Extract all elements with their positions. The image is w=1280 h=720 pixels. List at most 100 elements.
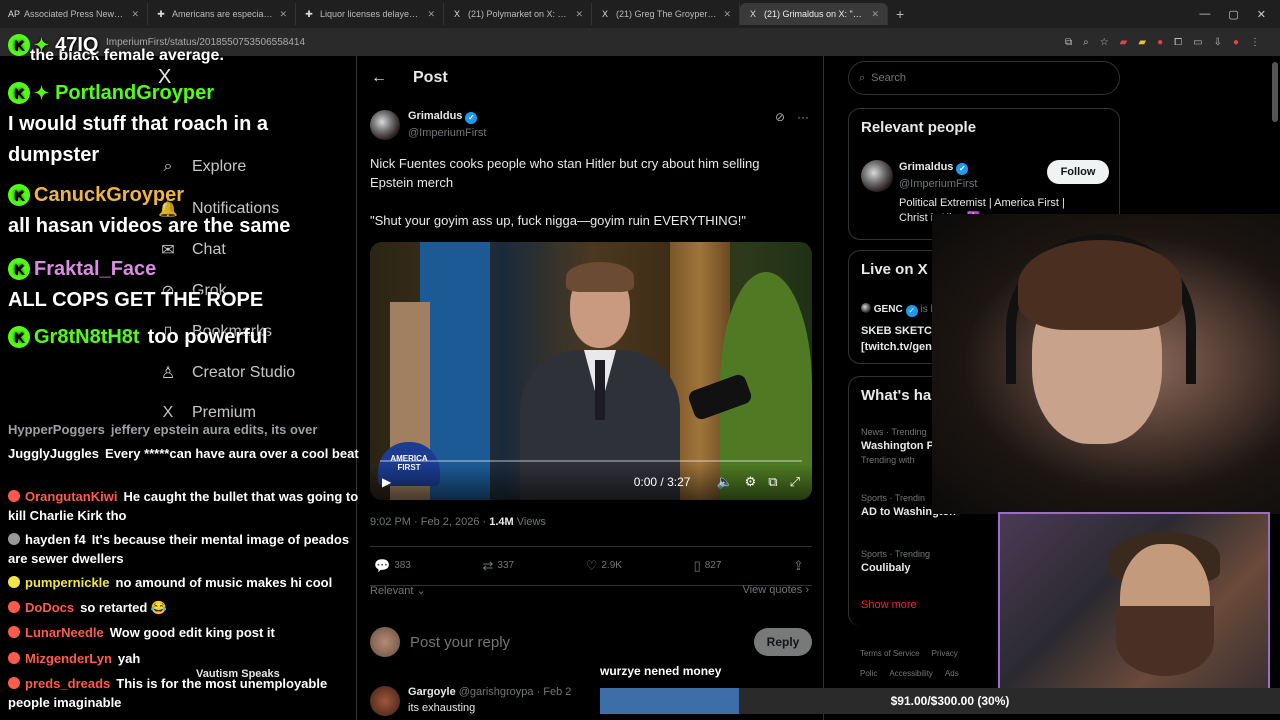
puzzle-icon[interactable]: ⧠ bbox=[1174, 37, 1182, 48]
share-icon: ⇪ bbox=[793, 558, 804, 573]
settings-icon[interactable]: ⚙ bbox=[745, 474, 757, 490]
tab-close-icon[interactable]: ✕ bbox=[279, 9, 287, 20]
reply-author-handle[interactable]: @garishgroypa · Feb 2 bbox=[459, 686, 572, 698]
reply-item[interactable]: Gargoyle @garishgroypa · Feb 2 its exhau… bbox=[370, 686, 571, 716]
chat-username[interactable]: OrangutanKiwi bbox=[25, 489, 117, 504]
avatar[interactable] bbox=[861, 160, 893, 192]
chat-username[interactable]: preds_dreads bbox=[25, 676, 110, 691]
video-player[interactable]: AMERICA FIRST ▶ 0:00 / 3:27 🔈 ⚙ ⧉ ⤢ bbox=[370, 242, 812, 500]
downloads-icon[interactable]: ⇩ bbox=[1214, 37, 1222, 48]
like-action[interactable]: ♡ 2.9K bbox=[586, 558, 622, 574]
reply-author-name[interactable]: Gargoyle bbox=[408, 686, 456, 698]
chat-username[interactable]: DoDocs bbox=[25, 600, 74, 615]
author-name[interactable]: Grimaldus bbox=[408, 110, 462, 122]
video-progress-bar[interactable] bbox=[380, 460, 802, 462]
post-text-quote: "Shut your goyim ass up, fuck nigga—goyi… bbox=[370, 213, 747, 228]
page-scrollbar[interactable] bbox=[1272, 62, 1278, 122]
play-icon[interactable]: ▶ bbox=[382, 475, 391, 489]
browser-tab[interactable]: ✚ Liquor licenses delayed for MN ✕ bbox=[296, 3, 444, 25]
reply-action[interactable]: 💬 383 bbox=[374, 558, 411, 574]
tab-close-icon[interactable]: ✕ bbox=[575, 9, 583, 20]
kick-badge-icon: K bbox=[8, 184, 30, 206]
extension-icon[interactable]: ▰ bbox=[1138, 37, 1146, 48]
author-handle[interactable]: @ImperiumFirst bbox=[408, 127, 486, 139]
avatar[interactable] bbox=[861, 303, 871, 313]
view-quotes-link[interactable]: View quotes › bbox=[743, 584, 809, 596]
menu-icon[interactable]: ⋮ bbox=[1250, 37, 1260, 48]
tab-title: (21) Greg The Groyper on X: "I bbox=[616, 9, 717, 19]
back-arrow-icon[interactable]: ← bbox=[371, 69, 391, 87]
avatar[interactable] bbox=[370, 110, 400, 140]
browser-tab[interactable]: APAssociated Press News: Breaki ✕ bbox=[0, 3, 148, 25]
reply-composer: Post your reply Reply bbox=[370, 622, 812, 662]
tab-favicon-icon: X bbox=[601, 9, 608, 19]
show-more-link[interactable]: Show more bbox=[861, 599, 917, 611]
chat-badge-icon bbox=[8, 652, 20, 664]
fullscreen-icon[interactable]: ⤢ bbox=[790, 474, 800, 490]
tab-close-icon[interactable]: ✕ bbox=[871, 9, 879, 20]
grok-icon[interactable]: ⊘ bbox=[775, 110, 785, 124]
footer-link[interactable]: Terms of Service bbox=[860, 649, 920, 658]
browser-tab[interactable]: ✚ Americans are especially conce ✕ bbox=[148, 3, 296, 25]
reply-text: its exhausting bbox=[408, 702, 476, 714]
chat-username[interactable]: Gr8tN8tH8t bbox=[34, 326, 140, 348]
screenshot-icon[interactable]: ⧉ bbox=[1065, 37, 1072, 48]
post-text: Nick Fuentes cooks people who stan Hitle… bbox=[370, 154, 800, 249]
chat-username[interactable]: LunarNeedle bbox=[25, 625, 104, 640]
repost-action[interactable]: ⇄ 337 bbox=[483, 558, 515, 574]
share-action[interactable]: ⇪ bbox=[793, 558, 808, 574]
chat-username[interactable]: HypperPoggers bbox=[8, 422, 105, 437]
person-name[interactable]: Grimaldus bbox=[899, 161, 953, 173]
chat-username[interactable]: JugglyJuggles bbox=[8, 446, 99, 461]
reply-sort[interactable]: Relevant ⌄ bbox=[370, 584, 426, 597]
reply-input[interactable]: Post your reply bbox=[410, 634, 510, 651]
chat-username[interactable]: MizgenderLyn bbox=[25, 651, 112, 666]
tab-favicon-icon: ✚ bbox=[157, 9, 165, 19]
donation-goal-text: $91.00/$300.00 (30%) bbox=[890, 694, 1010, 708]
bookmark-icon: ▯ bbox=[693, 558, 701, 573]
trend-item[interactable]: Sports · Trending Coulibaly bbox=[861, 549, 930, 574]
chat-username[interactable]: Fraktal_Face bbox=[34, 258, 156, 280]
post-author[interactable]: Grimaldus ✓ @ImperiumFirst bbox=[370, 110, 486, 140]
bookmark-action[interactable]: ▯ 827 bbox=[694, 558, 722, 574]
bookmark-star-icon[interactable]: ☆ bbox=[1100, 37, 1109, 48]
chat-username[interactable]: PortlandGroyper bbox=[55, 82, 214, 104]
browser-tab[interactable]: X (21) Grimaldus on X: "Nick Fue ✕ bbox=[740, 3, 888, 25]
minimize-icon[interactable]: — bbox=[1199, 8, 1210, 21]
post-top-icons: ⊘ ··· bbox=[775, 110, 809, 124]
live-host-name[interactable]: GENC bbox=[874, 304, 903, 315]
profile-icon[interactable]: ● bbox=[1233, 37, 1239, 48]
tab-close-icon[interactable]: ✕ bbox=[723, 9, 731, 20]
trend-item[interactable]: News · Trending Washington Po Trending wit… bbox=[861, 427, 941, 465]
close-window-icon[interactable]: ✕ bbox=[1257, 8, 1266, 21]
maximize-icon[interactable]: ▢ bbox=[1228, 8, 1238, 21]
chat-username[interactable]: hayden f4 bbox=[25, 532, 86, 547]
avatar[interactable] bbox=[370, 686, 400, 716]
chat-username[interactable]: pumpernickle bbox=[25, 575, 110, 590]
zoom-icon[interactable]: ⌕ bbox=[1083, 37, 1089, 48]
browser-tab[interactable]: X (21) Greg The Groyper on X: "I ✕ bbox=[592, 3, 740, 25]
repost-icon: ⇄ bbox=[482, 558, 494, 573]
chat-username[interactable]: CanuckGroyper bbox=[34, 184, 184, 206]
sidebar-icon[interactable]: ▭ bbox=[1193, 37, 1202, 48]
chat-text: ALL COPS GET THE ROPE bbox=[8, 289, 264, 311]
follow-button[interactable]: Follow bbox=[1047, 160, 1109, 184]
volume-icon[interactable]: 🔈 bbox=[716, 474, 732, 490]
toolbar-icons: ⧉ ⌕ ☆ ▰ ▰ ● ⧠ ▭ ⇩ ● ⋮ bbox=[1065, 37, 1260, 48]
chat-username[interactable]: 47IQ bbox=[55, 34, 98, 56]
extension-icon[interactable]: ▰ bbox=[1120, 37, 1128, 48]
search-input[interactable]: ⌕ Search bbox=[848, 61, 1120, 95]
pip-icon[interactable]: ⧉ bbox=[768, 474, 777, 490]
more-icon[interactable]: ··· bbox=[797, 110, 809, 124]
new-tab-button[interactable]: + bbox=[888, 6, 912, 22]
chat-text: Wow good edit king post it bbox=[109, 625, 275, 640]
browser-tab[interactable]: X (21) Polymarket on X: "After m ✕ bbox=[444, 3, 592, 25]
post-timestamp[interactable]: 9:02 PM · Feb 2, 2026 · bbox=[370, 516, 489, 528]
footer-link[interactable]: Accessibility bbox=[889, 669, 933, 678]
tab-close-icon[interactable]: ✕ bbox=[427, 9, 435, 20]
reply-button[interactable]: Reply bbox=[754, 628, 812, 656]
extension-icon[interactable]: ● bbox=[1157, 37, 1163, 48]
kick-badge-icon: K bbox=[8, 34, 30, 56]
heart-icon: ♡ bbox=[585, 558, 598, 573]
tab-close-icon[interactable]: ✕ bbox=[131, 9, 139, 20]
